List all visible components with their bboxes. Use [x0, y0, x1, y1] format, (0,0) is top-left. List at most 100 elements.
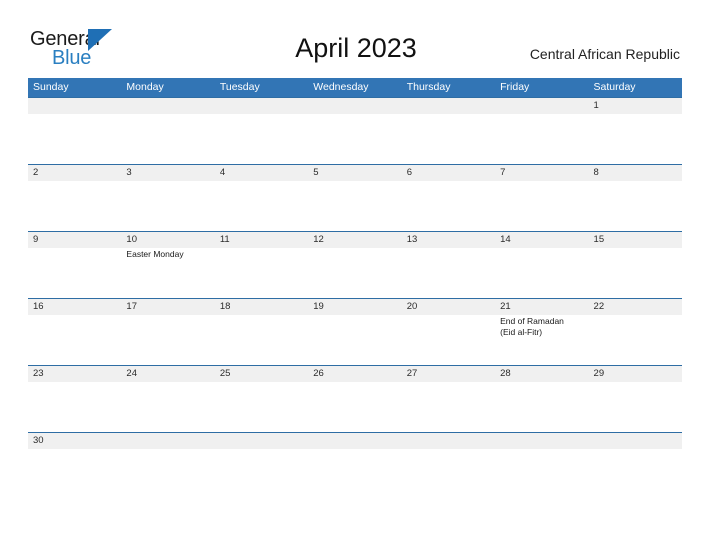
day-number[interactable]: 9: [28, 232, 121, 248]
day-cell[interactable]: End of Ramadan (Eid al-Fitr): [495, 315, 588, 366]
day-number[interactable]: 7: [495, 165, 588, 181]
day-number[interactable]: 27: [402, 366, 495, 382]
day-cell[interactable]: [589, 248, 682, 299]
day-event-text: End of Ramadan (Eid al-Fitr): [500, 316, 564, 337]
day-number[interactable]: [215, 98, 308, 114]
week-row: 9 10 11 12 13 14 15 Easter Monday: [28, 231, 682, 298]
day-cell[interactable]: [215, 114, 308, 165]
weekday-sunday: Sunday: [33, 81, 69, 93]
day-cell[interactable]: [402, 315, 495, 366]
day-number-band: 1: [28, 98, 682, 114]
weekday-wednesday: Wednesday: [313, 81, 369, 93]
day-cell[interactable]: [121, 315, 214, 366]
week-row: 23 24 25 26 27 28 29: [28, 365, 682, 432]
day-cell[interactable]: [215, 248, 308, 299]
day-number[interactable]: 19: [308, 299, 401, 315]
day-number[interactable]: 20: [402, 299, 495, 315]
day-number[interactable]: 12: [308, 232, 401, 248]
day-cell[interactable]: [308, 181, 401, 232]
day-number[interactable]: 4: [215, 165, 308, 181]
day-number[interactable]: 17: [121, 299, 214, 315]
day-number[interactable]: 30: [28, 433, 121, 449]
day-cell[interactable]: [121, 382, 214, 433]
day-number[interactable]: 18: [215, 299, 308, 315]
region-label: Central African Republic: [529, 46, 680, 62]
day-number[interactable]: [402, 98, 495, 114]
day-cell[interactable]: [589, 382, 682, 433]
week-events-layer: Easter Monday: [28, 248, 682, 299]
week-row: 2 3 4 5 6 7 8: [28, 164, 682, 231]
day-cell[interactable]: Easter Monday: [121, 248, 214, 299]
day-cell[interactable]: [308, 382, 401, 433]
day-cell[interactable]: [495, 114, 588, 165]
day-cell[interactable]: [402, 181, 495, 232]
day-cell[interactable]: [589, 315, 682, 366]
weekday-header-row: Sunday Monday Tuesday Wednesday Thursday…: [28, 78, 682, 97]
day-number[interactable]: 24: [121, 366, 214, 382]
week-row: 30: [28, 432, 682, 454]
day-number[interactable]: 2: [28, 165, 121, 181]
day-number[interactable]: 29: [589, 366, 682, 382]
day-cell[interactable]: [402, 382, 495, 433]
day-cell[interactable]: [495, 248, 588, 299]
day-cell[interactable]: [215, 382, 308, 433]
day-number[interactable]: 6: [402, 165, 495, 181]
day-cell[interactable]: [28, 114, 121, 165]
week-events-layer: [28, 114, 682, 165]
day-number[interactable]: [308, 98, 401, 114]
day-number[interactable]: [308, 433, 401, 449]
day-number[interactable]: 8: [589, 165, 682, 181]
day-number-band: 30: [28, 433, 682, 449]
calendar-grid: Sunday Monday Tuesday Wednesday Thursday…: [28, 78, 682, 454]
day-cell[interactable]: [402, 248, 495, 299]
day-cell[interactable]: [308, 114, 401, 165]
page-header: General Blue April 2023 Central African …: [0, 0, 712, 78]
day-number-band: 16 17 18 19 20 21 22: [28, 299, 682, 315]
day-cell[interactable]: [589, 114, 682, 165]
day-number[interactable]: [495, 433, 588, 449]
day-cell[interactable]: [495, 181, 588, 232]
day-number[interactable]: 22: [589, 299, 682, 315]
day-cell[interactable]: [308, 248, 401, 299]
day-number[interactable]: [589, 433, 682, 449]
day-number[interactable]: [121, 98, 214, 114]
day-cell[interactable]: [121, 114, 214, 165]
day-number[interactable]: [495, 98, 588, 114]
day-number[interactable]: [215, 433, 308, 449]
week-row: 16 17 18 19 20 21 22 End of Ramadan (Eid…: [28, 298, 682, 365]
week-events-layer: [28, 382, 682, 433]
day-number[interactable]: [121, 433, 214, 449]
day-cell[interactable]: [28, 181, 121, 232]
day-number[interactable]: 23: [28, 366, 121, 382]
day-number[interactable]: 10: [121, 232, 214, 248]
day-number[interactable]: 21: [495, 299, 588, 315]
weekday-thursday: Thursday: [406, 81, 451, 93]
day-number[interactable]: 3: [121, 165, 214, 181]
day-number[interactable]: [402, 433, 495, 449]
day-cell[interactable]: [215, 181, 308, 232]
day-number[interactable]: 26: [308, 366, 401, 382]
day-cell[interactable]: [495, 382, 588, 433]
weekday-tuesday: Tuesday: [219, 81, 260, 93]
day-cell[interactable]: [589, 181, 682, 232]
week-events-layer: [28, 181, 682, 232]
day-number[interactable]: 25: [215, 366, 308, 382]
day-number[interactable]: 14: [495, 232, 588, 248]
day-cell[interactable]: [121, 181, 214, 232]
day-number-band: 2 3 4 5 6 7 8: [28, 165, 682, 181]
day-number[interactable]: 28: [495, 366, 588, 382]
day-cell[interactable]: [28, 315, 121, 366]
day-number[interactable]: 5: [308, 165, 401, 181]
day-number[interactable]: 11: [215, 232, 308, 248]
day-cell[interactable]: [402, 114, 495, 165]
day-number[interactable]: 13: [402, 232, 495, 248]
day-cell[interactable]: [28, 382, 121, 433]
day-cell[interactable]: [28, 248, 121, 299]
day-number[interactable]: 15: [589, 232, 682, 248]
day-number[interactable]: [28, 98, 121, 114]
day-cell[interactable]: [215, 315, 308, 366]
day-number[interactable]: 1: [589, 98, 682, 114]
week-row: 1: [28, 97, 682, 164]
day-cell[interactable]: [308, 315, 401, 366]
day-number[interactable]: 16: [28, 299, 121, 315]
